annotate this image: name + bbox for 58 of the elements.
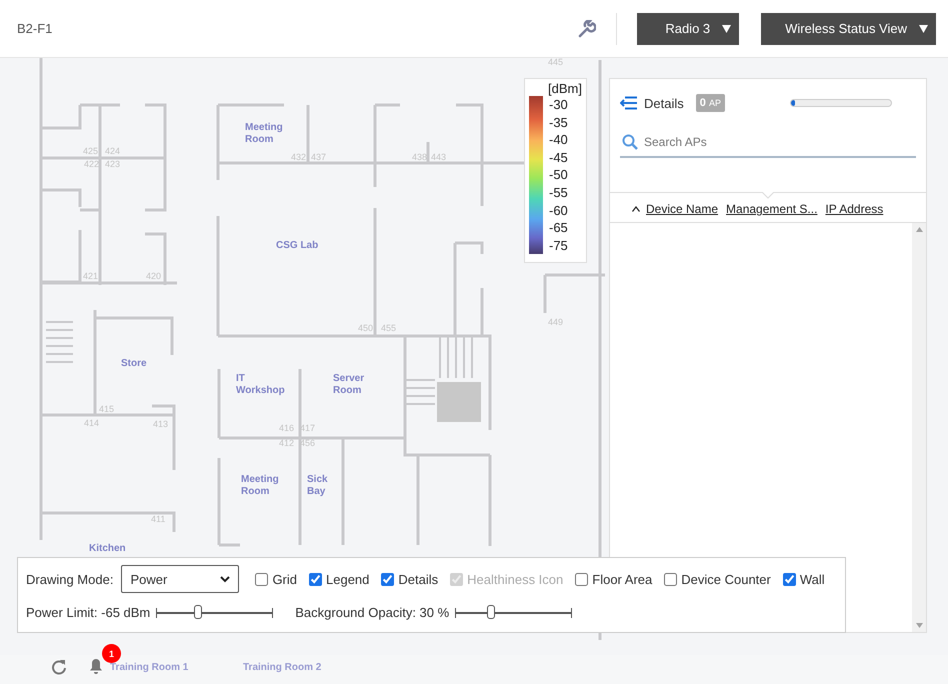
checkbox-label: Device Counter [681,572,771,586]
ap-count-badge: 0 AP [696,94,725,112]
search-field[interactable]: Search APs [620,129,916,158]
collapse-icon[interactable] [620,96,638,110]
room-label: Meeting Room [245,122,284,146]
notification-badge: 1 [102,644,121,663]
wrench-icon[interactable] [578,20,596,38]
checkbox-label: Grid [272,572,297,586]
checkbox[interactable] [255,572,268,586]
checkbox[interactable] [664,572,678,586]
room-label: CSG Lab [276,240,320,252]
drawing-mode-label: Drawing Mode: [26,572,114,586]
legend-label: -45 [549,150,568,165]
checkbox-label: Floor Area [592,572,652,586]
floor-name: B2-F1 [17,21,54,36]
checkbox-label: Legend [326,572,370,586]
room-label: Server Room [333,373,366,397]
slider[interactable] [156,606,274,618]
legend-label: -50 [549,167,568,182]
room-label: Kitchen [89,543,127,555]
search-icon [622,134,638,150]
legend-label: -30 [549,97,568,112]
checkbox[interactable] [782,572,796,586]
room-label: Meeting Room [241,474,280,498]
room-label: Training Room 1 [110,662,190,674]
legend-label: -75 [549,238,568,253]
room-label: Store [121,358,148,370]
legend-unit: [dBm] [547,80,583,96]
radio-dropdown[interactable]: Radio 3 [637,12,740,44]
drawing-mode-select[interactable]: Power [121,565,240,593]
refresh-icon[interactable] [51,659,67,675]
checkbox[interactable] [309,572,322,586]
room-label: Training Room 2 [243,662,322,674]
slider-label: Power Limit: -65 dBm [26,605,150,620]
column-header[interactable]: Device Name [632,202,718,216]
column-header[interactable]: IP Address [825,202,884,216]
legend-label: -40 [549,132,568,148]
room-label: Sick Bay [307,474,329,498]
sort-icon [632,206,640,212]
slider-label: Background Opacity: 30 % [295,605,450,620]
view-dropdown[interactable]: Wireless Status View [761,12,936,44]
slider[interactable] [455,606,572,618]
checkbox[interactable] [575,572,588,586]
chevron-icon [220,576,230,582]
legend-label: -55 [549,185,568,200]
caret-icon [722,24,732,32]
checkbox-label: Details [398,572,438,586]
caret-icon [919,24,928,32]
legend-label: -60 [549,202,568,218]
column-header[interactable]: Management S... [726,202,818,216]
checkbox-label: Wall [800,572,825,586]
legend-label: -65 [549,220,568,236]
legend-label: -35 [549,114,568,130]
room-label: IT Workshop [236,373,286,397]
details-title: Details [644,96,684,110]
checkbox-label: Healthiness Icon [467,572,564,586]
checkbox[interactable] [381,572,394,586]
bell-icon[interactable] [89,658,103,674]
